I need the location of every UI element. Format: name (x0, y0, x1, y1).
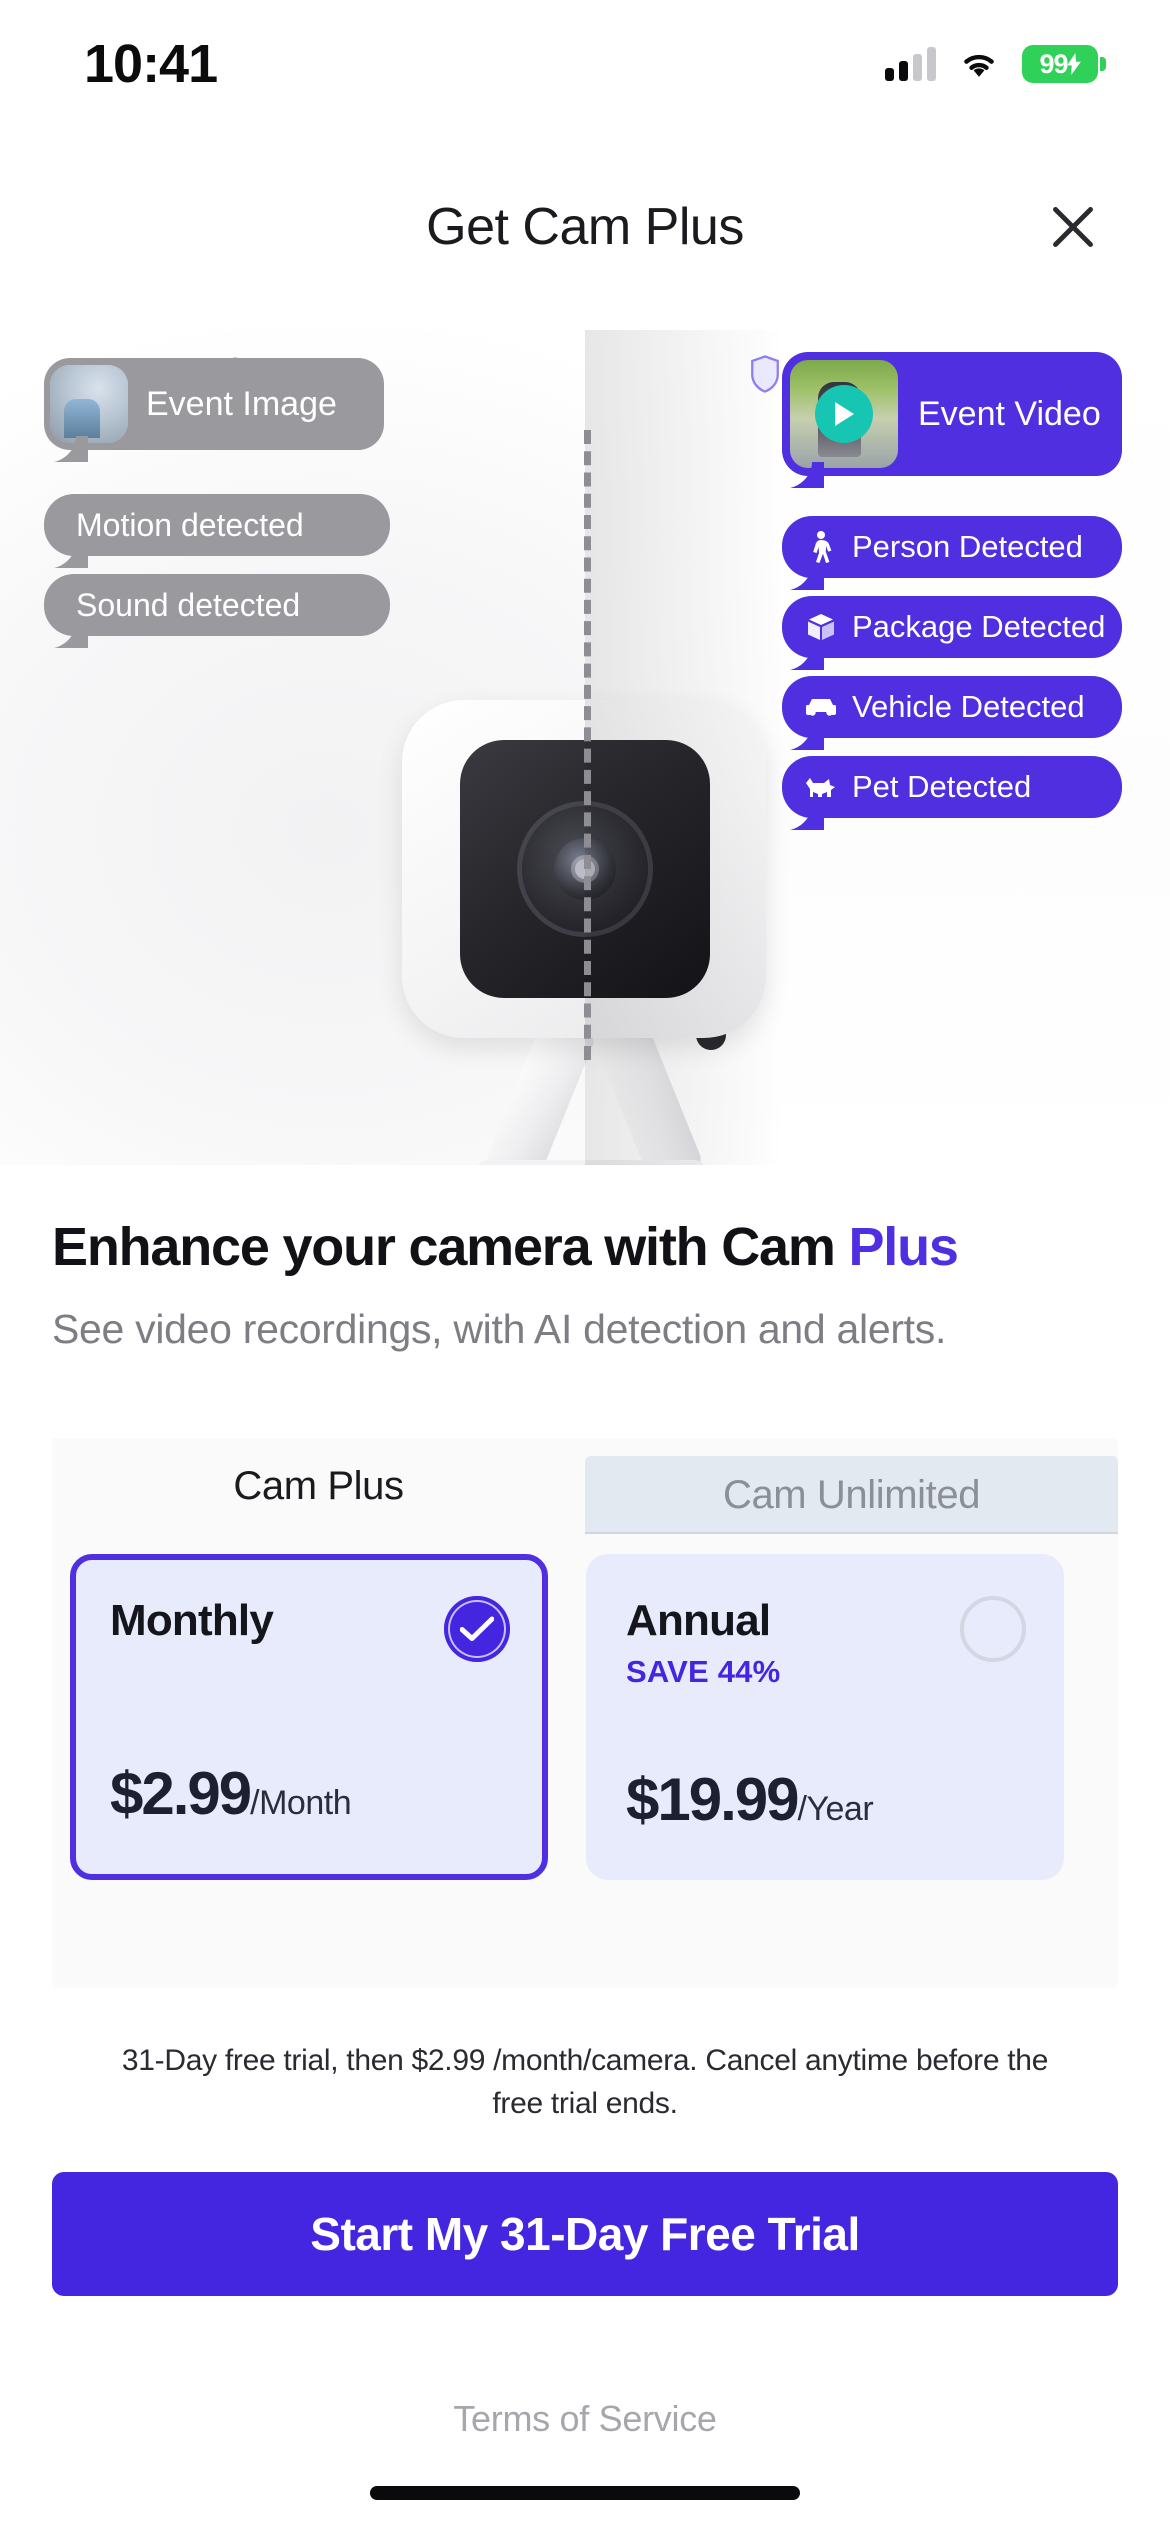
headline-accent: Plus (848, 1217, 958, 1277)
status-bar: 10:41 99 (0, 0, 1170, 128)
plan-savings-badge: SAVE 44% (626, 1654, 781, 1689)
basic-feature-sound: Sound detected (44, 574, 390, 648)
basic-feature-label: Event Image (146, 384, 337, 423)
pill-tail-icon (790, 462, 824, 488)
pet-icon (804, 770, 838, 804)
pill-tail-icon (790, 724, 824, 750)
battery-charging-icon: 99 (1022, 45, 1106, 83)
plan-price-row: $19.99 /Year (626, 1765, 874, 1834)
plan-period: /Year (797, 1790, 874, 1828)
basic-feature-label: Sound detected (76, 586, 301, 623)
plus-feature-pet: Pet Detected (782, 756, 1122, 830)
shield-icon (751, 354, 779, 393)
person-icon (804, 530, 838, 564)
comparison-divider (584, 430, 591, 1060)
plus-feature-event-video: Event Video (782, 352, 1122, 488)
status-icons: 99 (885, 45, 1106, 83)
package-icon (804, 610, 838, 644)
basic-feature-event-image: Event Image (44, 358, 384, 462)
pill-tail-icon (54, 622, 88, 648)
plus-feature-label: Person Detected (852, 529, 1083, 564)
plus-feature-label: Package Detected (852, 609, 1106, 644)
pill-tail-icon (790, 644, 824, 670)
basic-feature-label: Motion detected (76, 506, 304, 543)
plus-feature-label: Pet Detected (852, 769, 1032, 804)
radio-unselected-icon[interactable] (960, 1596, 1026, 1662)
basic-feature-motion: Motion detected (44, 494, 390, 568)
plan-period: /Month (250, 1784, 352, 1822)
plan-price: $2.99 (110, 1760, 252, 1827)
close-icon (1053, 207, 1093, 247)
camera-stand-base (476, 1160, 706, 1165)
home-indicator[interactable] (370, 2486, 800, 2500)
wifi-icon (964, 54, 994, 77)
plan-price-row: $2.99 /Month (110, 1759, 352, 1828)
status-time: 10:41 (84, 34, 218, 94)
plan-option-cards: Monthly $2.99 /Month Annual SAVE 44% $19… (52, 1554, 1118, 1884)
plus-feature-package: Package Detected (782, 596, 1122, 670)
pill-tail-icon (54, 436, 88, 462)
start-free-trial-button[interactable]: Start My 31-Day Free Trial (52, 2172, 1118, 2296)
plan-tabs: Cam Plus Cam Unlimited (52, 1438, 1118, 1534)
headline-plain: Enhance your camera with Cam (52, 1217, 849, 1277)
pill-tail-icon (790, 564, 824, 590)
plus-feature-vehicle: Vehicle Detected (782, 676, 1122, 750)
battery-level: 99 (1039, 48, 1068, 79)
plus-feature-person: Person Detected (782, 516, 1122, 590)
modal-header: Get Cam Plus (0, 168, 1170, 286)
tab-cam-unlimited[interactable]: Cam Unlimited (585, 1456, 1118, 1534)
pill-tail-icon (790, 804, 824, 830)
radio-selected-icon[interactable] (444, 1596, 510, 1662)
plan-price: $19.99 (626, 1766, 800, 1833)
marketing-copy: Enhance your camera with Cam Plus See vi… (52, 1216, 1122, 1353)
pill-tail-icon (54, 542, 88, 568)
plus-feature-label: Event Video (918, 394, 1101, 433)
play-icon (815, 385, 873, 443)
close-button[interactable] (1034, 188, 1112, 266)
headline: Enhance your camera with Cam Plus (52, 1216, 1122, 1278)
charging-bolt-icon (1066, 53, 1081, 75)
plan-card-annual[interactable]: Annual SAVE 44% $19.99 /Year (586, 1554, 1064, 1880)
subheadline: See video recordings, with AI detection … (52, 1306, 947, 1352)
page-title: Get Cam Plus (426, 198, 744, 256)
check-icon (460, 1616, 494, 1641)
plus-feature-label: Vehicle Detected (852, 689, 1085, 724)
terms-of-service-link[interactable]: Terms of Service (0, 2398, 1170, 2440)
event-thumbnail-image (50, 365, 128, 443)
trial-disclaimer: 31-Day free trial, then $2.99 /month/cam… (121, 2044, 1049, 2120)
plan-comparison-hero: Basic Cam Plus (0, 330, 1170, 1165)
plan-selection-panel: Cam Plus Cam Unlimited Monthly $2.99 /Mo… (52, 1438, 1118, 1988)
tab-cam-plus[interactable]: Cam Plus (52, 1438, 585, 1534)
event-video-thumbnail (790, 360, 898, 468)
vehicle-icon (804, 690, 838, 724)
plan-card-monthly[interactable]: Monthly $2.99 /Month (70, 1554, 548, 1880)
cta-label: Start My 31-Day Free Trial (310, 2208, 860, 2260)
cellular-signal-icon (885, 47, 936, 81)
